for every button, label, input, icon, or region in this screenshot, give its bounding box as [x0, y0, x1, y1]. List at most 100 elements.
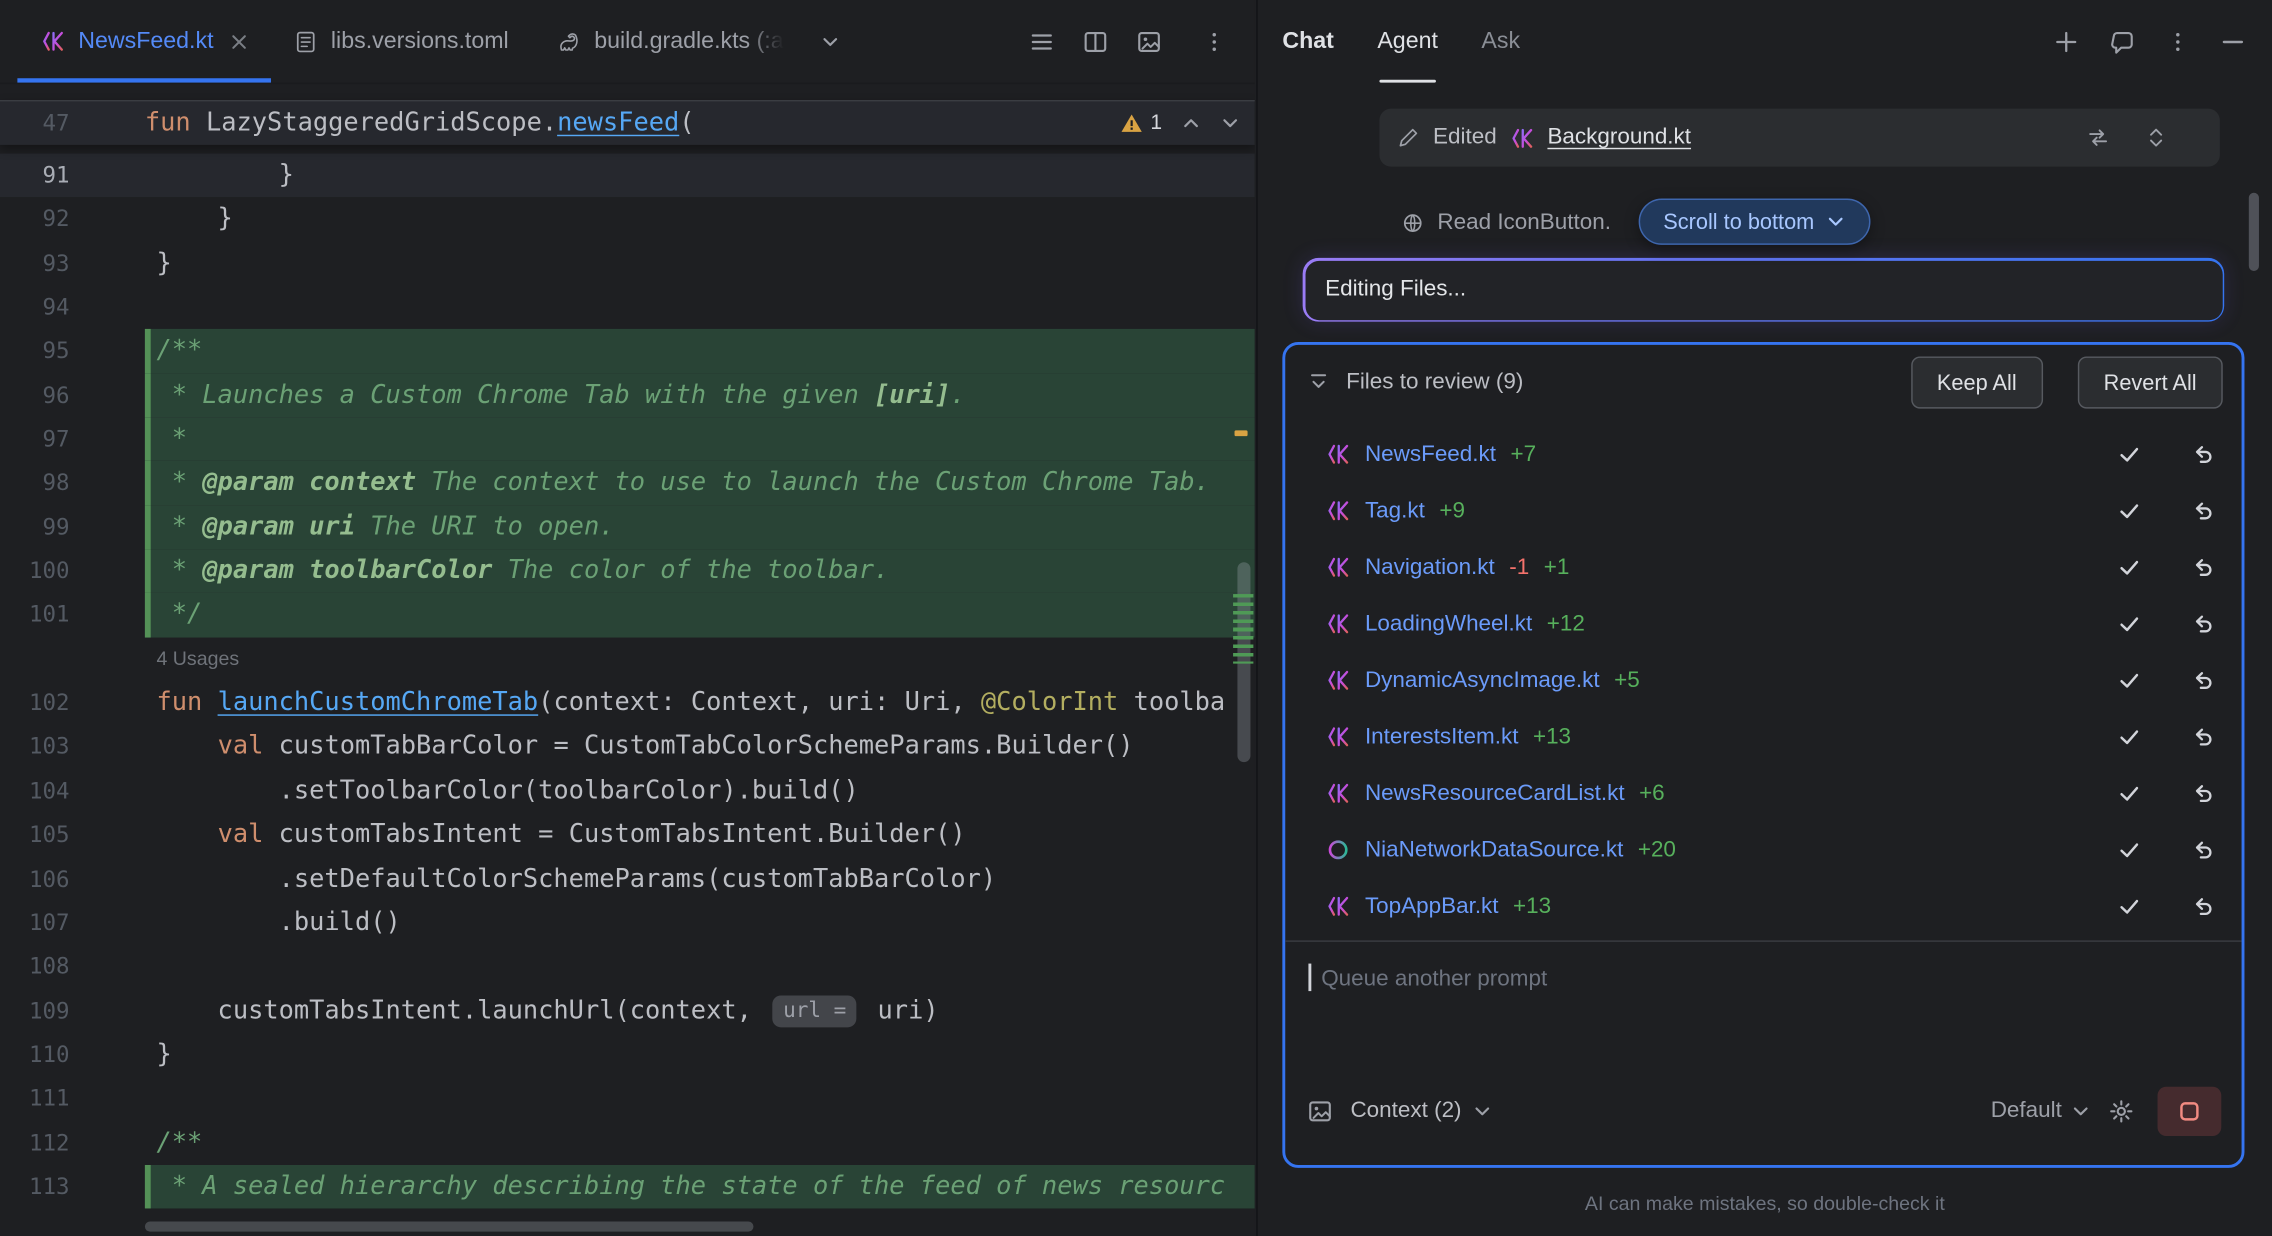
code-line[interactable]: 101 */: [0, 593, 1255, 637]
code-line[interactable]: 100 * @param toolbarColor The color of t…: [0, 549, 1255, 593]
new-chat-icon[interactable]: [2053, 29, 2079, 55]
file-link[interactable]: TopAppBar.kt: [1365, 893, 1499, 919]
code-area[interactable]: 91 }92 }93}9495/**96 * Launches a Custom…: [0, 145, 1255, 1236]
revert-file-undo-icon[interactable]: [2191, 611, 2216, 636]
code-line[interactable]: 91 }: [0, 154, 1255, 198]
file-link[interactable]: NewsResourceCardList.kt: [1365, 780, 1625, 806]
tab-build-gradle[interactable]: build.gradle.kts (:a: [532, 0, 807, 83]
context-selector[interactable]: Context (2): [1350, 1098, 1492, 1124]
code-line[interactable]: 99 * @param uri The URI to open.: [0, 505, 1255, 549]
collapse-icon[interactable]: [1307, 371, 1330, 394]
file-review-row[interactable]: LoadingWheel.kt+12: [1285, 596, 2241, 653]
revert-file-undo-icon[interactable]: [2191, 838, 2216, 863]
tab-libs-versions-toml[interactable]: libs.versions.toml: [272, 0, 532, 83]
code-line[interactable]: 94: [0, 285, 1255, 329]
file-review-row[interactable]: Navigation.kt-1+1: [1285, 539, 2241, 596]
diff-icon[interactable]: [2087, 126, 2110, 149]
minimize-icon[interactable]: [2220, 29, 2246, 55]
code-line[interactable]: 104 .setToolbarColor(toolbarColor).build…: [0, 769, 1255, 813]
code-line[interactable]: 93}: [0, 242, 1255, 286]
code-line[interactable]: 105 val customTabsIntent = CustomTabsInt…: [0, 813, 1255, 857]
code-line[interactable]: 97 *: [0, 417, 1255, 461]
keep-all-button[interactable]: Keep All: [1911, 356, 2043, 408]
file-link[interactable]: Navigation.kt: [1365, 554, 1495, 580]
code-line[interactable]: 96 * Launches a Custom Chrome Tab with t…: [0, 373, 1255, 417]
code-line[interactable]: 110}: [0, 1033, 1255, 1077]
stop-button[interactable]: [2158, 1087, 2222, 1136]
usages-hint-row[interactable]: 4 Usages: [0, 637, 1255, 681]
code-line[interactable]: 112/**: [0, 1121, 1255, 1165]
read-file-row[interactable]: Read IconButton.: [1401, 200, 1611, 246]
file-link[interactable]: DynamicAsyncImage.kt: [1365, 667, 1600, 693]
code-line[interactable]: 95/**: [0, 329, 1255, 373]
accept-file-check-icon[interactable]: [2117, 894, 2142, 919]
tab-agent[interactable]: Agent: [1377, 0, 1438, 84]
warning-badge[interactable]: 1: [1120, 112, 1162, 135]
accept-file-check-icon[interactable]: [2117, 498, 2142, 523]
code-line[interactable]: 98 * @param context The context to use t…: [0, 461, 1255, 505]
more-options-icon[interactable]: [2166, 30, 2189, 53]
list-view-icon[interactable]: [1029, 28, 1055, 54]
file-link[interactable]: Tag.kt: [1365, 498, 1425, 524]
file-review-row[interactable]: DynamicAsyncImage.kt+5: [1285, 652, 2241, 709]
accept-file-check-icon[interactable]: [2117, 442, 2142, 467]
accept-file-check-icon[interactable]: [2117, 781, 2142, 806]
tab-ask[interactable]: Ask: [1481, 0, 1520, 84]
revert-file-undo-icon[interactable]: [2191, 781, 2216, 806]
image-preview-icon[interactable]: [1136, 28, 1162, 54]
scroll-to-bottom-button[interactable]: Scroll to bottom: [1639, 199, 1871, 245]
chevron-up-icon[interactable]: [1181, 113, 1201, 133]
gear-icon[interactable]: [2108, 1098, 2134, 1124]
prompt-input[interactable]: Queue another prompt: [1285, 942, 2241, 1070]
revert-all-button[interactable]: Revert All: [2078, 356, 2223, 408]
file-review-row[interactable]: Tag.kt+9: [1285, 483, 2241, 540]
edited-file-link[interactable]: Background.kt: [1547, 125, 1691, 151]
code-line[interactable]: 103 val customTabBarColor = CustomTabCol…: [0, 725, 1255, 769]
code-line[interactable]: 102fun launchCustomChromeTab(context: Co…: [0, 681, 1255, 725]
accept-file-check-icon[interactable]: [2117, 611, 2142, 636]
edited-file-card[interactable]: Edited Background.kt: [1379, 109, 2219, 167]
tab-newsfeed[interactable]: NewsFeed.kt: [17, 0, 271, 83]
revert-file-undo-icon[interactable]: [2191, 668, 2216, 693]
code-line[interactable]: 106 .setDefaultColorSchemeParams(customT…: [0, 857, 1255, 901]
unfold-icon[interactable]: [2144, 126, 2167, 149]
editing-files-status[interactable]: Editing Files...: [1303, 258, 2225, 322]
accept-file-check-icon[interactable]: [2117, 724, 2142, 749]
inlay-hint[interactable]: url =: [773, 995, 857, 1027]
attach-image-icon[interactable]: [1307, 1098, 1333, 1124]
revert-file-undo-icon[interactable]: [2191, 724, 2216, 749]
code-line[interactable]: 107 .build(): [0, 901, 1255, 945]
file-review-row[interactable]: NiaNetworkDataSource.kt+20: [1285, 822, 2241, 879]
file-review-row[interactable]: InterestsItem.kt+13: [1285, 709, 2241, 766]
stripe-warning-marker[interactable]: [1235, 430, 1248, 436]
file-link[interactable]: LoadingWheel.kt: [1365, 611, 1532, 637]
code-line[interactable]: 92 }: [0, 198, 1255, 242]
code-line[interactable]: 108: [0, 945, 1255, 989]
file-review-row[interactable]: NewsResourceCardList.kt+6: [1285, 765, 2241, 822]
code-line[interactable]: 109 customTabsIntent.launchUrl(context, …: [0, 989, 1255, 1033]
chevron-down-icon[interactable]: [1220, 113, 1240, 133]
split-editor-icon[interactable]: [1082, 28, 1108, 54]
chat-history-icon[interactable]: [2110, 29, 2136, 55]
accept-file-check-icon[interactable]: [2117, 838, 2142, 863]
code-line[interactable]: 111: [0, 1077, 1255, 1121]
file-review-row[interactable]: TopAppBar.kt+13: [1285, 878, 2241, 935]
revert-file-undo-icon[interactable]: [2191, 498, 2216, 523]
file-link[interactable]: InterestsItem.kt: [1365, 724, 1519, 750]
tab-overflow-chevron[interactable]: [807, 0, 853, 83]
revert-file-undo-icon[interactable]: [2191, 442, 2216, 467]
close-icon[interactable]: [231, 33, 248, 50]
chat-scrollbar[interactable]: [2249, 193, 2259, 271]
more-options-icon[interactable]: [1203, 30, 1226, 53]
file-link[interactable]: NewsFeed.kt: [1365, 441, 1496, 467]
stripe-change-markers[interactable]: [1233, 594, 1253, 664]
accept-file-check-icon[interactable]: [2117, 555, 2142, 580]
editor-horizontal-scrollbar[interactable]: [145, 1221, 754, 1231]
tab-chat[interactable]: Chat: [1282, 0, 1334, 84]
file-link[interactable]: NiaNetworkDataSource.kt: [1365, 837, 1623, 863]
sticky-line[interactable]: 47 fun LazyStaggeredGridScope.newsFeed( …: [0, 100, 1255, 145]
model-selector[interactable]: Default: [1991, 1098, 2091, 1124]
file-review-row[interactable]: NewsFeed.kt+7: [1285, 426, 2241, 483]
revert-file-undo-icon[interactable]: [2191, 555, 2216, 580]
revert-file-undo-icon[interactable]: [2191, 894, 2216, 919]
